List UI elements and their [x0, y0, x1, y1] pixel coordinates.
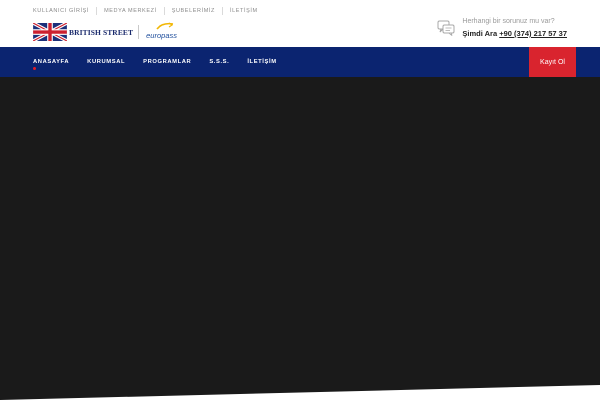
nav-item-corporate[interactable]: KURUMSAL	[87, 47, 125, 77]
contact-text: Herhangi bir sorunuz mu var? Şimdi Ara +…	[462, 17, 567, 40]
top-utility-bar: KULLANICI GİRİŞİ MEDYA MERKEZİ ŞUBELERİM…	[33, 6, 265, 16]
topbar-link-branches[interactable]: ŞUBELERİMİZ	[163, 7, 222, 15]
topbar-link-login[interactable]: KULLANICI GİRİŞİ	[33, 7, 96, 15]
europass-logo: europass	[143, 22, 179, 42]
main-navigation: ANASAYFA KURUMSAL PROGRAMLAR S.S.S. İLET…	[0, 47, 600, 77]
hero-bottom-cut	[0, 385, 600, 400]
contact-phone-line: Şimdi Ara +90 (374) 217 57 37	[462, 28, 567, 40]
nav-item-programs[interactable]: PROGRAMLAR	[143, 47, 191, 77]
europass-text: europass	[146, 31, 177, 40]
contact-question: Herhangi bir sorunuz mu var?	[462, 18, 555, 25]
call-now-label: Şimdi Ara	[462, 29, 498, 38]
site-logo[interactable]: BRITISH STREET europass	[33, 22, 179, 42]
page: KULLANICI GİRİŞİ MEDYA MERKEZİ ŞUBELERİM…	[0, 0, 600, 400]
topbar-link-media[interactable]: MEDYA MERKEZİ	[96, 7, 164, 15]
nav-items: ANASAYFA KURUMSAL PROGRAMLAR S.S.S. İLET…	[33, 47, 295, 77]
hero-banner	[0, 77, 600, 400]
chat-bubble-icon	[437, 20, 455, 36]
topbar-link-contact[interactable]: İLETİŞİM	[221, 7, 265, 15]
nav-item-contact[interactable]: İLETİŞİM	[247, 47, 276, 77]
register-button[interactable]: Kayıt Ol	[529, 47, 576, 77]
nav-item-home[interactable]: ANASAYFA	[33, 47, 69, 77]
phone-link[interactable]: +90 (374) 217 57 37	[499, 29, 567, 38]
contact-block: Herhangi bir sorunuz mu var? Şimdi Ara +…	[437, 17, 567, 40]
nav-item-faq[interactable]: S.S.S.	[209, 47, 229, 77]
uk-flag-icon	[33, 23, 67, 41]
logo-divider	[138, 25, 140, 39]
brand-name: BRITISH STREET	[69, 27, 134, 37]
